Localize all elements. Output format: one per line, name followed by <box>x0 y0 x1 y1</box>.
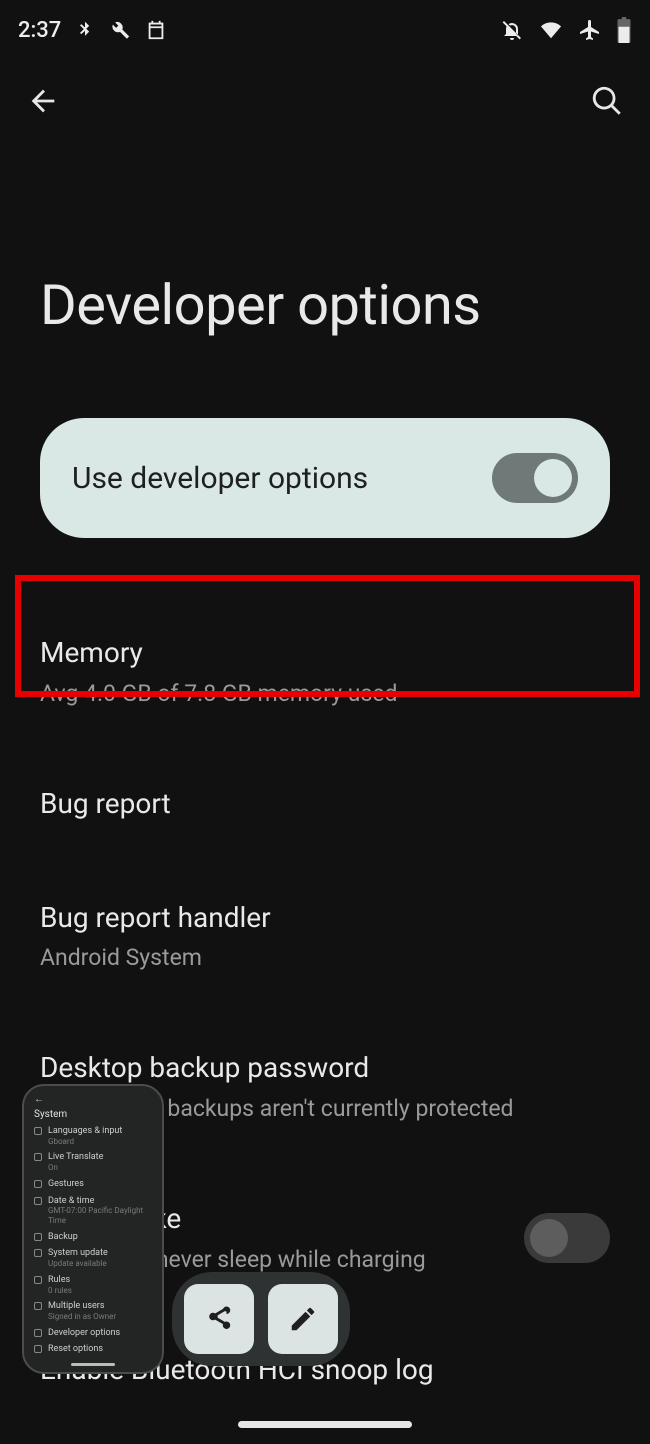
list-item: Languages & inputGboard <box>34 1126 152 1146</box>
list-item: Multiple usersSigned in as Owner <box>34 1301 152 1321</box>
use-developer-options-toggle[interactable]: Use developer options <box>40 418 610 538</box>
status-time: 2:37 <box>18 18 61 43</box>
use-developer-options-label: Use developer options <box>72 461 368 496</box>
setting-title: Desktop backup password <box>40 1049 610 1087</box>
screenshot-preview-title: System <box>34 1109 152 1120</box>
list-item: Live TranslateOn <box>34 1152 152 1172</box>
app-bar <box>0 60 650 122</box>
setting-subtitle: Android System <box>40 942 610 973</box>
battery-icon <box>616 17 632 43</box>
memory-row[interactable]: Memory Avg 4.0 GB of 7.8 GB memory used <box>0 610 650 733</box>
list-item: Reset options <box>34 1344 152 1355</box>
setting-title: Bug report <box>40 785 610 823</box>
bug-report-handler-row[interactable]: Bug report handler Android System <box>0 875 650 998</box>
switch-on-icon <box>492 453 578 503</box>
back-arrow-mini-icon: ← <box>34 1094 152 1105</box>
wrench-icon <box>109 19 131 41</box>
setting-title: Memory <box>40 634 610 672</box>
calendar-icon <box>145 19 167 41</box>
notifications-off-icon <box>500 18 524 42</box>
search-button[interactable] <box>590 84 624 122</box>
pencil-icon <box>288 1304 318 1334</box>
list-item: Backup <box>34 1232 152 1243</box>
list-item: Developer options <box>34 1328 152 1339</box>
home-indicator[interactable] <box>238 1421 412 1428</box>
list-item: Date & timeGMT-07:00 Pacific Daylight Ti… <box>34 1196 152 1226</box>
bug-report-row[interactable]: Bug report <box>0 761 650 847</box>
screenshot-preview[interactable]: ← System Languages & inputGboard Live Tr… <box>22 1084 164 1374</box>
share-icon <box>204 1304 234 1334</box>
airplane-icon <box>578 18 602 42</box>
list-item: System updateUpdate available <box>34 1248 152 1268</box>
setting-subtitle: Avg 4.0 GB of 7.8 GB memory used <box>40 678 610 709</box>
share-button[interactable] <box>184 1284 254 1354</box>
list-item: Rules0 rules <box>34 1275 152 1295</box>
bluetooth-icon <box>75 18 95 42</box>
setting-title: Bug report handler <box>40 899 610 937</box>
back-button[interactable] <box>26 84 60 122</box>
page-title: Developer options <box>0 122 650 338</box>
list-item: Gestures <box>34 1179 152 1190</box>
home-indicator-mini <box>71 1363 115 1366</box>
status-bar: 2:37 <box>0 0 650 60</box>
wifi-icon <box>538 19 564 41</box>
screenshot-action-bar <box>172 1272 350 1366</box>
edit-button[interactable] <box>268 1284 338 1354</box>
stay-awake-switch[interactable] <box>524 1213 610 1263</box>
